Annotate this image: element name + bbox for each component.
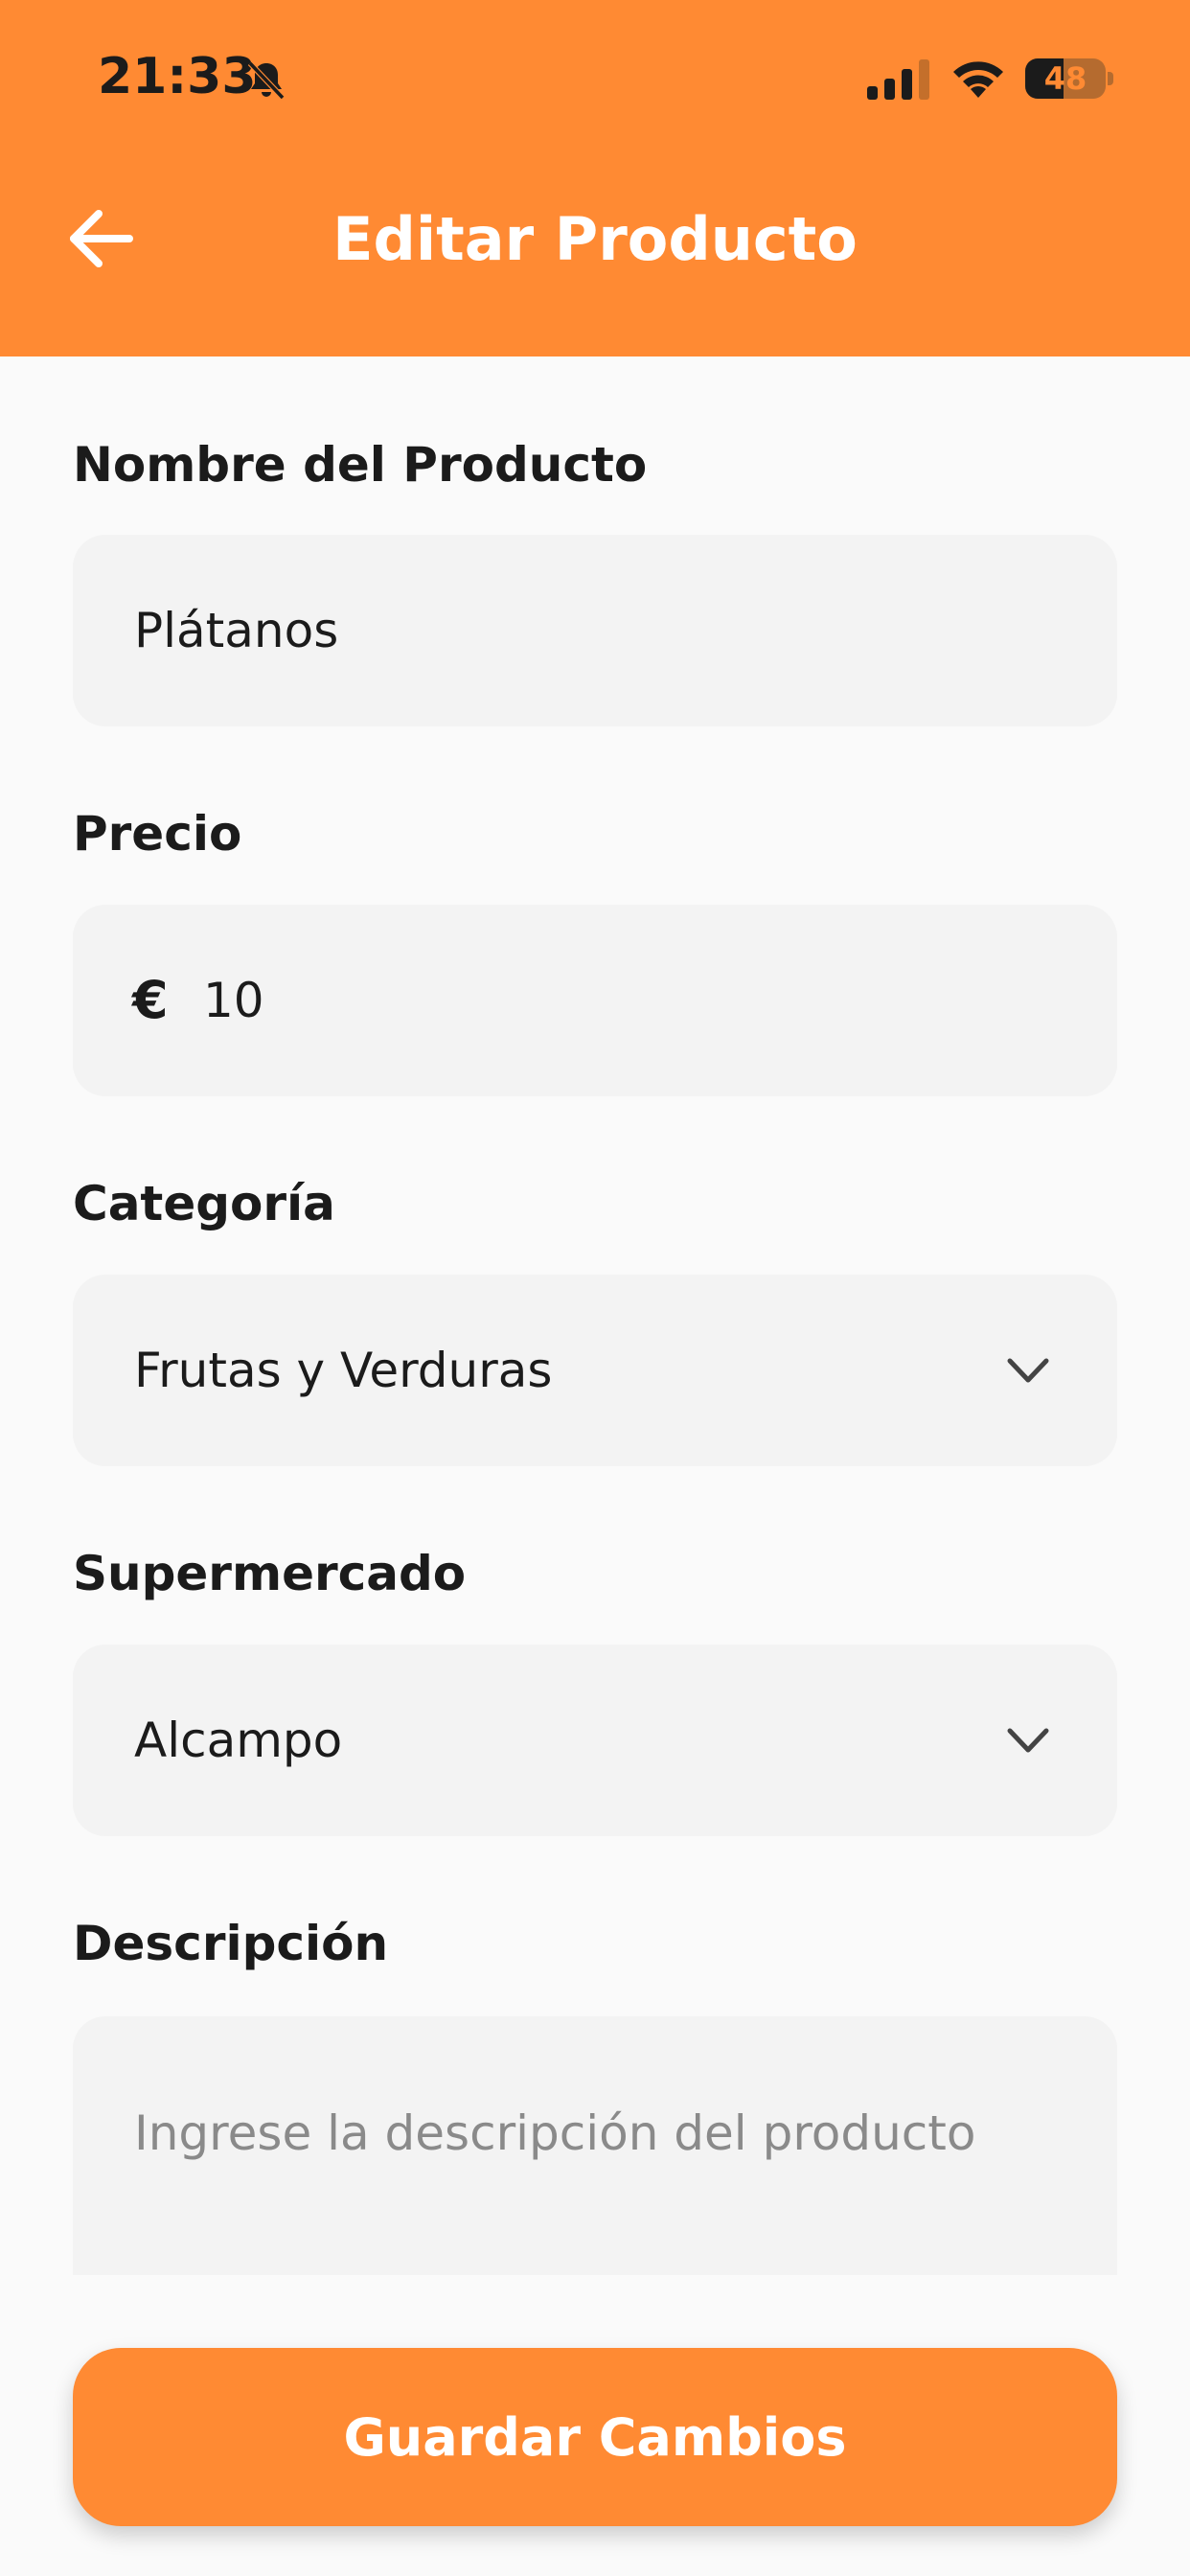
- chevron-down-icon: [1007, 1728, 1049, 1753]
- price-value: 10: [203, 973, 264, 1028]
- page-title: Editar Producto: [332, 204, 858, 274]
- battery-level-text: 48: [1043, 60, 1087, 97]
- save-changes-label: Guardar Cambios: [343, 2406, 847, 2468]
- category-select[interactable]: Frutas y Verduras: [73, 1275, 1117, 1466]
- product-name-value: Plátanos: [134, 603, 339, 658]
- chevron-down-icon: [1007, 1358, 1049, 1383]
- description-textarea[interactable]: Ingrese la descripción del producto: [73, 2016, 1117, 2275]
- signal-icon: [867, 59, 929, 100]
- description-label: Descripción: [73, 1916, 389, 1971]
- wifi-icon: [953, 61, 1003, 98]
- price-input[interactable]: € 10: [73, 905, 1117, 1096]
- supermarket-select[interactable]: Alcampo: [73, 1644, 1117, 1836]
- supermarket-selected-value: Alcampo: [134, 1713, 343, 1768]
- category-selected-value: Frutas y Verduras: [134, 1343, 553, 1398]
- price-label: Precio: [73, 806, 242, 862]
- product-name-input[interactable]: Plátanos: [73, 535, 1117, 726]
- bell-slash-icon: [247, 60, 286, 101]
- product-name-label: Nombre del Producto: [73, 437, 648, 493]
- description-placeholder: Ingrese la descripción del producto: [134, 2105, 976, 2161]
- app-header: 21:33 48 Editar Producto: [0, 0, 1190, 356]
- supermarket-label: Supermercado: [73, 1546, 467, 1601]
- status-time: 21:33: [98, 48, 257, 105]
- battery-icon: 48: [1025, 58, 1113, 99]
- euro-icon: €: [132, 970, 169, 1030]
- save-changes-button[interactable]: Guardar Cambios: [73, 2348, 1117, 2526]
- category-label: Categoría: [73, 1176, 335, 1231]
